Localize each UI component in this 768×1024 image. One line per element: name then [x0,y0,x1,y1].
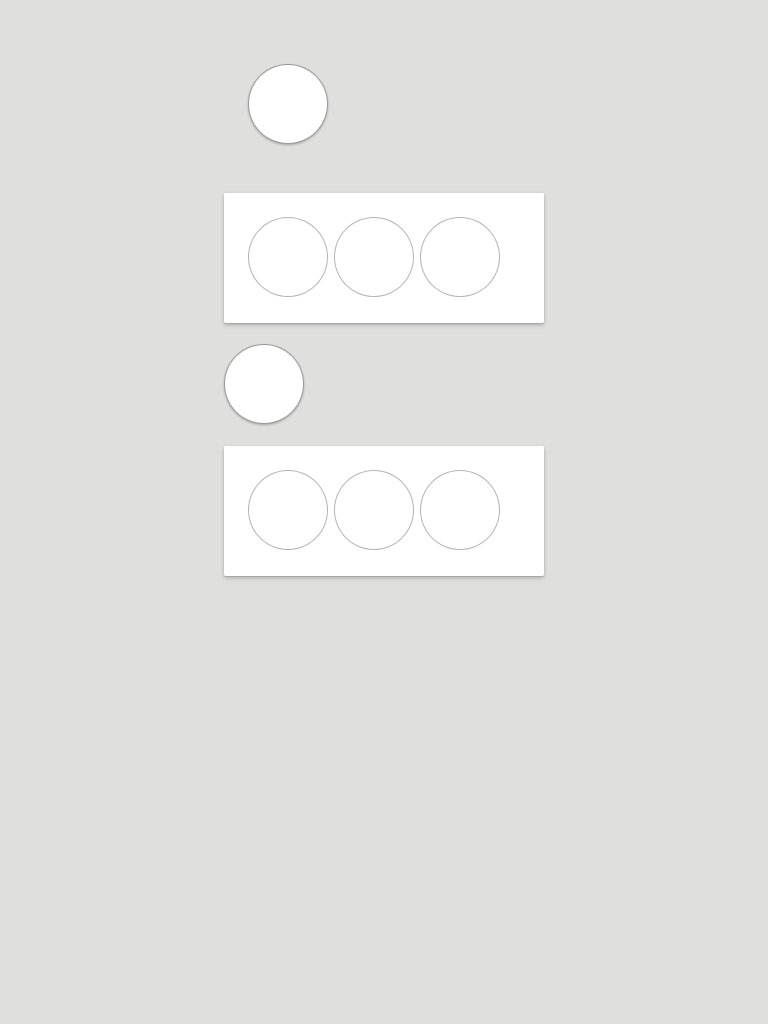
card [224,446,544,576]
circle-option[interactable] [248,470,328,550]
card [224,193,544,323]
circle-option[interactable] [334,217,414,297]
canvas: { "colors": { "background": "#dfe0de", "… [0,0,768,1024]
floating-circle-button[interactable] [248,64,328,144]
circle-option[interactable] [420,217,500,297]
floating-circle-button[interactable] [224,344,304,424]
circle-option[interactable] [420,470,500,550]
circle-option[interactable] [334,470,414,550]
circle-option[interactable] [248,217,328,297]
